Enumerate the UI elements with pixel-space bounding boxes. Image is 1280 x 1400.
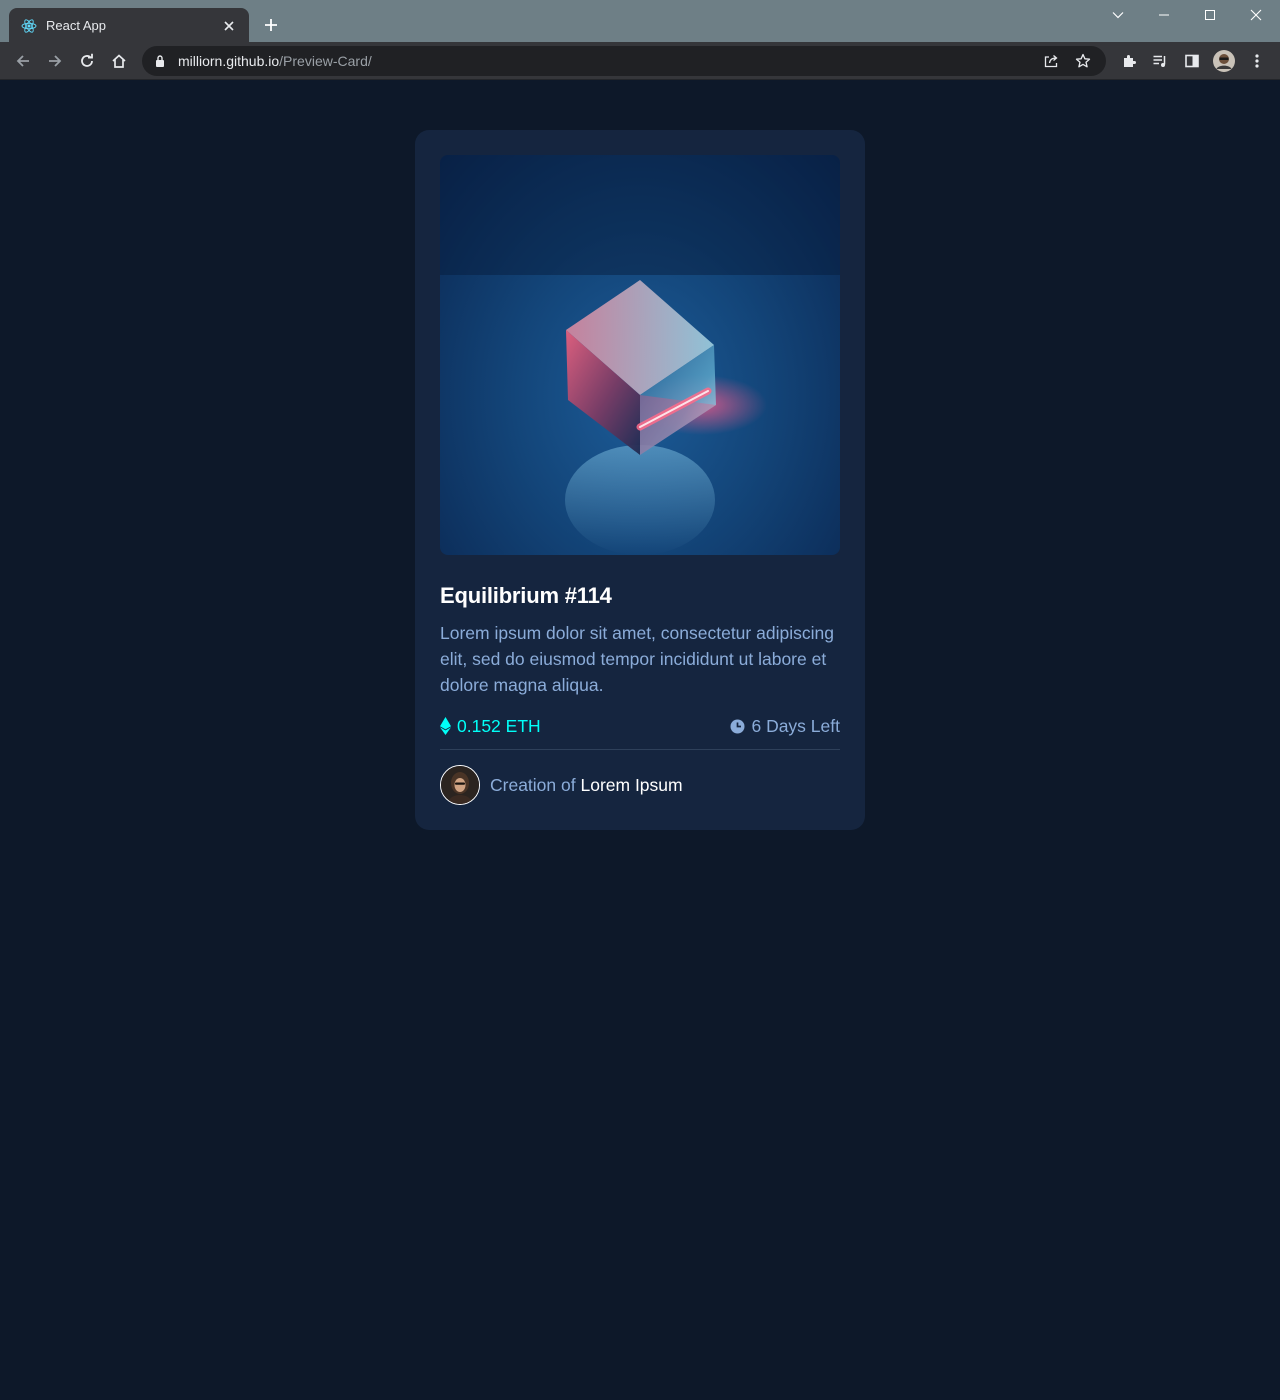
tab-search-chevron-icon[interactable] <box>1106 4 1130 26</box>
back-arrow-icon[interactable] <box>11 49 35 73</box>
close-tab-icon[interactable] <box>221 18 237 34</box>
browser-toolbar: milliorn.github.io/Preview-Card/ <box>0 42 1280 80</box>
chrome-menu-icon[interactable] <box>1245 49 1269 73</box>
tab-title: React App <box>46 18 106 33</box>
share-icon[interactable] <box>1040 50 1062 72</box>
creator-info: Creation of Lorem Ipsum <box>440 765 840 805</box>
card-title[interactable]: Equilibrium #114 <box>440 583 840 609</box>
profile-avatar-icon[interactable] <box>1212 49 1236 73</box>
card-description: Lorem ipsum dolor sit amet, consectetur … <box>440 623 834 695</box>
reload-icon[interactable] <box>75 49 99 73</box>
ethereum-icon <box>440 717 451 735</box>
card-stats: 0.152 ETH 6 Days Left <box>440 714 840 738</box>
creator-avatar <box>440 765 480 805</box>
react-logo-icon <box>21 18 37 34</box>
lock-icon[interactable] <box>154 54 166 68</box>
home-icon[interactable] <box>107 49 131 73</box>
time-left: 6 Days Left <box>730 716 840 737</box>
price: 0.152 ETH <box>440 716 541 737</box>
nft-image[interactable] <box>440 155 840 555</box>
url-text[interactable]: milliorn.github.io/Preview-Card/ <box>178 53 1030 69</box>
price-value: 0.152 ETH <box>457 715 541 736</box>
nft-preview-card: Equilibrium #114 Lorem ipsum dolor sit a… <box>415 130 865 830</box>
maximize-button[interactable] <box>1198 4 1222 26</box>
creation-prefix: Creation of <box>490 774 576 795</box>
side-panel-icon[interactable] <box>1180 49 1204 73</box>
media-control-icon[interactable] <box>1148 49 1172 73</box>
address-bar[interactable]: milliorn.github.io/Preview-Card/ <box>142 46 1106 76</box>
forward-arrow-icon[interactable] <box>43 49 67 73</box>
close-window-button[interactable] <box>1244 4 1268 26</box>
creator-text: Creation of Lorem Ipsum <box>490 775 683 796</box>
minimize-button[interactable] <box>1152 4 1176 26</box>
url-path: /Preview-Card/ <box>279 53 372 69</box>
extensions-puzzle-icon[interactable] <box>1117 49 1141 73</box>
clock-icon <box>730 719 745 733</box>
card-divider <box>440 749 840 750</box>
creator-name-link[interactable]: Lorem Ipsum <box>580 775 682 795</box>
url-host: milliorn.github.io <box>178 53 280 69</box>
time-left-value: 6 Days Left <box>751 715 840 736</box>
new-tab-button[interactable] <box>260 14 282 36</box>
bookmark-star-icon[interactable] <box>1072 50 1094 72</box>
browser-tab[interactable]: React App <box>9 8 249 43</box>
browser-tab-strip: React App <box>0 0 1280 43</box>
